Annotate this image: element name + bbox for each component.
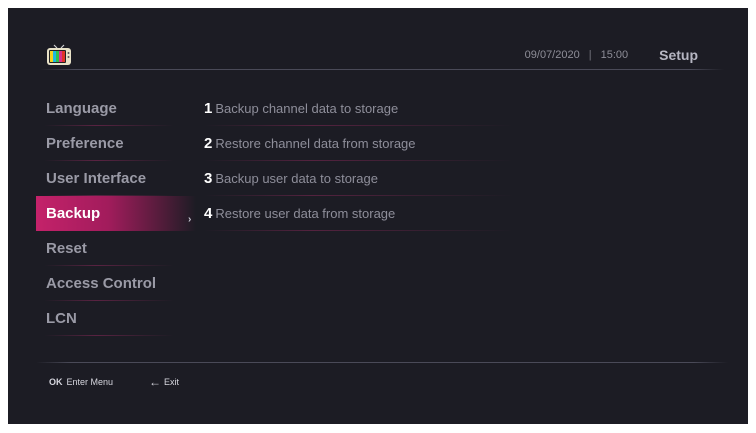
header-separator: |	[588, 49, 592, 61]
time-text: 15:00	[600, 49, 629, 61]
menu-item-label: Language	[46, 100, 117, 117]
menu-item-language[interactable]: Language	[36, 91, 196, 126]
back-arrow-icon: ←	[149, 374, 162, 389]
menu-item-label: Access Control	[46, 275, 157, 292]
option-number: 3	[204, 170, 213, 187]
footer-hints: OK Enter Menu ← Exit	[49, 374, 215, 389]
option-number: 4	[204, 205, 213, 222]
setup-screen: 09/07/2020 | 15:00 Setup Language Prefer…	[8, 8, 748, 424]
option-label: Backup user data to storage	[215, 171, 378, 186]
exit-hint[interactable]: ← Exit	[149, 374, 180, 389]
tv-icon	[47, 44, 71, 65]
menu-item-access-control[interactable]: Access Control	[36, 266, 196, 301]
menu-item-backup[interactable]: Backup	[36, 196, 196, 231]
menu-item-lcn[interactable]: LCN	[36, 301, 196, 336]
option-backup-user-data[interactable]: 3 Backup user data to storage	[204, 161, 524, 196]
option-label: Backup channel data to storage	[215, 101, 399, 116]
header-status: 09/07/2020 | 15:00 Setup	[525, 43, 698, 67]
setup-menu: Language Preference User Interface Backu…	[36, 91, 196, 336]
menu-item-label: User Interface	[46, 170, 147, 187]
ok-key: OK	[49, 377, 63, 387]
ok-hint-label: Enter Menu	[66, 377, 114, 387]
header-divider	[40, 69, 724, 70]
menu-item-label: Reset	[46, 240, 87, 257]
menu-item-label: Backup	[46, 205, 101, 222]
footer-divider	[36, 362, 728, 363]
menu-item-label: LCN	[46, 310, 77, 327]
menu-item-reset[interactable]: Reset	[36, 231, 196, 266]
backup-options: 1 Backup channel data to storage 2 Restore…	[204, 91, 524, 231]
option-number: 2	[204, 135, 213, 152]
menu-item-preference[interactable]: Preference	[36, 126, 196, 161]
option-label: Restore user data from storage	[215, 206, 396, 221]
option-label: Restore channel data from storage	[215, 136, 416, 151]
ok-enter-menu-hint[interactable]: OK Enter Menu	[49, 377, 113, 387]
menu-item-user-interface[interactable]: User Interface	[36, 161, 196, 196]
chevron-right-icon: ›	[188, 214, 192, 225]
menu-item-label: Preference	[46, 135, 124, 152]
exit-hint-label: Exit	[164, 377, 180, 387]
option-backup-channel-data[interactable]: 1 Backup channel data to storage	[204, 91, 524, 126]
option-number: 1	[204, 100, 213, 117]
date-text: 09/07/2020	[524, 49, 580, 61]
option-restore-user-data[interactable]: 4 Restore user data from storage	[204, 196, 524, 231]
page-title: Setup	[659, 47, 698, 63]
option-restore-channel-data[interactable]: 2 Restore channel data from storage	[204, 126, 524, 161]
